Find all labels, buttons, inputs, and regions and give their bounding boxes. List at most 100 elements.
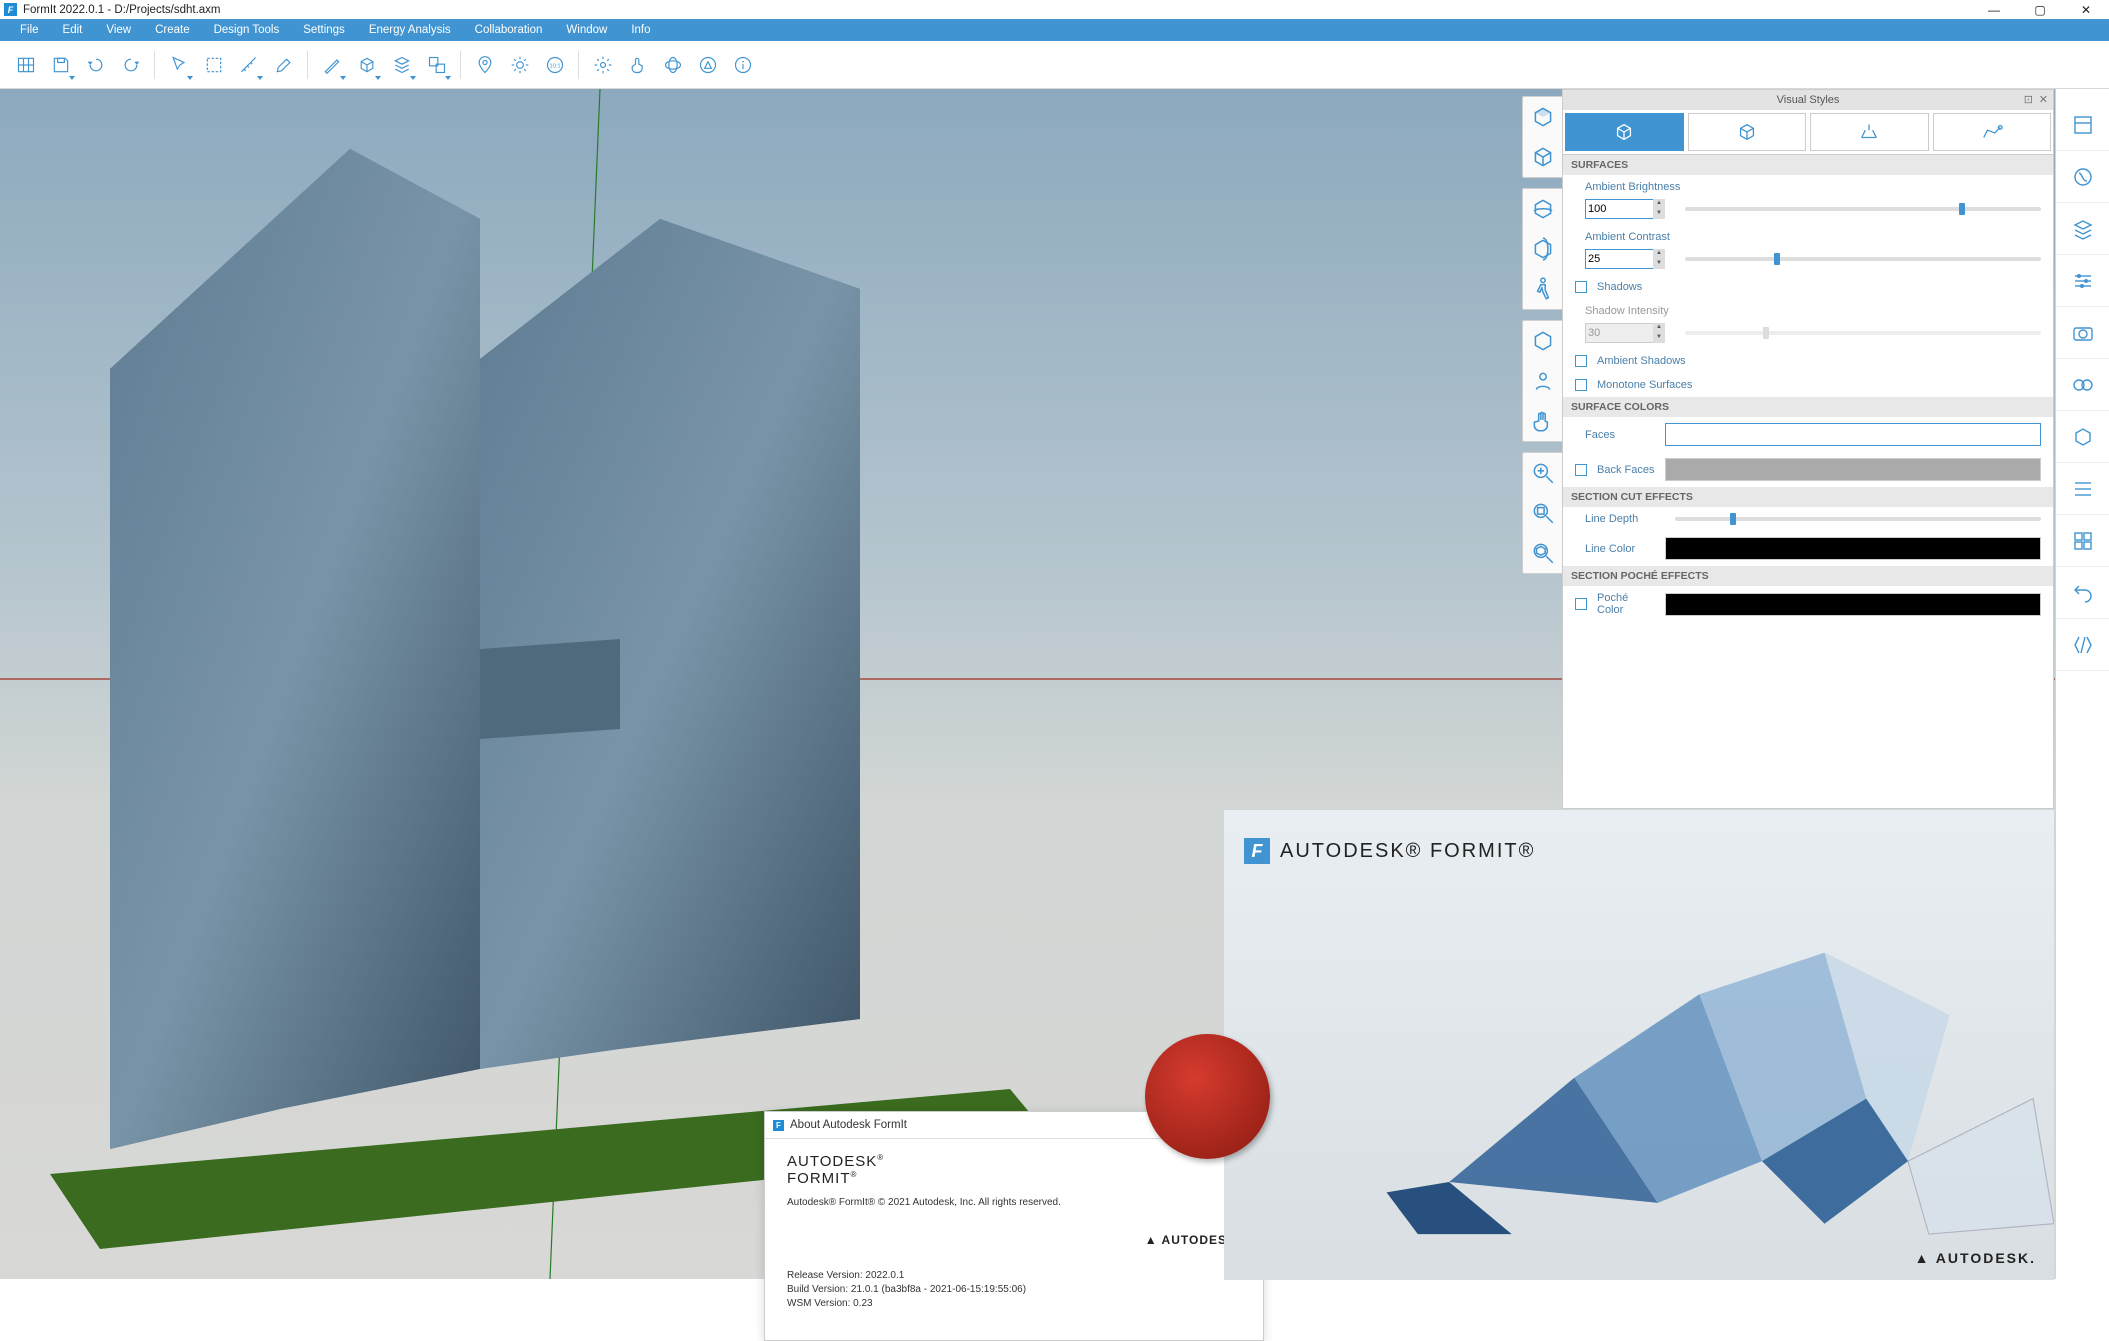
poche-label: Poché Color bbox=[1597, 592, 1655, 616]
viewport[interactable]: Visual Styles ⊡ ✕ SURFACES Ambient Brigh… bbox=[0, 89, 2109, 1279]
back-faces-checkbox[interactable] bbox=[1575, 464, 1587, 476]
maximize-button[interactable]: ▢ bbox=[2017, 0, 2063, 19]
about-brand1: AUTODESK bbox=[787, 1153, 877, 1170]
line-color-label: Line Color bbox=[1585, 543, 1655, 555]
undo-button[interactable] bbox=[80, 47, 111, 83]
save-button[interactable] bbox=[45, 47, 76, 83]
panel-title: Visual Styles bbox=[1777, 94, 1840, 106]
rail-visual-styles-icon[interactable] bbox=[2056, 359, 2109, 411]
select-button[interactable] bbox=[163, 47, 194, 83]
about-wsm: WSM Version: 0.23 bbox=[787, 1297, 1241, 1311]
poche-checkbox[interactable] bbox=[1575, 598, 1587, 610]
menu-create[interactable]: Create bbox=[143, 21, 202, 39]
menu-info[interactable]: Info bbox=[619, 21, 662, 39]
tab-edges[interactable] bbox=[1688, 113, 1807, 151]
zoom-all-button[interactable] bbox=[1523, 493, 1563, 533]
location-button[interactable] bbox=[469, 47, 500, 83]
rail-levels-icon[interactable] bbox=[2056, 463, 2109, 515]
rail-content-library-icon[interactable] bbox=[2056, 515, 2109, 567]
look-button[interactable] bbox=[1523, 361, 1563, 401]
rail-camera-icon[interactable] bbox=[2056, 307, 2109, 359]
zoom-selection-button[interactable] bbox=[1523, 533, 1563, 573]
menu-window[interactable]: Window bbox=[554, 21, 619, 39]
menu-view[interactable]: View bbox=[94, 21, 143, 39]
wax-seal bbox=[1145, 1034, 1270, 1159]
about-title: About Autodesk FormIt bbox=[790, 1119, 907, 1131]
hand-button[interactable] bbox=[1523, 401, 1563, 441]
collaboration-button[interactable] bbox=[657, 47, 688, 83]
right-rail bbox=[2055, 89, 2109, 1279]
advanced-button[interactable] bbox=[386, 47, 417, 83]
app-icon: F bbox=[4, 3, 17, 16]
energy-button[interactable]: 10:1 bbox=[539, 47, 570, 83]
sun-button[interactable] bbox=[504, 47, 535, 83]
shadow-intensity-slider bbox=[1685, 331, 2041, 335]
panel-tabs bbox=[1563, 110, 2053, 155]
tab-environment[interactable] bbox=[1810, 113, 1929, 151]
splash-autodesk-logo: ▲ AUTODESK. bbox=[1915, 1250, 2036, 1266]
walk-button[interactable] bbox=[1523, 269, 1563, 309]
about-brand2: FORMIT bbox=[787, 1170, 851, 1187]
rail-materials-icon[interactable] bbox=[2056, 151, 2109, 203]
poche-color-swatch[interactable] bbox=[1665, 593, 2041, 616]
view-tools bbox=[1522, 96, 1564, 574]
about-copyright: Autodesk® FormIt® © 2021 Autodesk, Inc. … bbox=[787, 1197, 1241, 1208]
view-3d-button[interactable] bbox=[1523, 137, 1563, 177]
shadows-checkbox[interactable] bbox=[1575, 281, 1587, 293]
gallery-button[interactable] bbox=[10, 47, 41, 83]
back-faces-label: Back Faces bbox=[1597, 464, 1655, 476]
rail-properties-icon[interactable] bbox=[2056, 99, 2109, 151]
close-panel-icon[interactable]: ✕ bbox=[2039, 93, 2048, 106]
about-release: Release Version: 2022.0.1 bbox=[787, 1269, 1241, 1283]
ambient-shadows-label: Ambient Shadows bbox=[1597, 355, 1686, 367]
lasso-button[interactable] bbox=[198, 47, 229, 83]
menu-design-tools[interactable]: Design Tools bbox=[202, 21, 292, 39]
faces-color-swatch[interactable] bbox=[1665, 423, 2041, 446]
pan-button[interactable] bbox=[1523, 321, 1563, 361]
pin-icon[interactable]: ⊡ bbox=[2024, 93, 2033, 106]
measure-button[interactable] bbox=[233, 47, 264, 83]
primitive-button[interactable] bbox=[351, 47, 382, 83]
menu-collaboration[interactable]: Collaboration bbox=[463, 21, 555, 39]
ambient-brightness-slider[interactable] bbox=[1685, 207, 2041, 211]
line-depth-slider[interactable] bbox=[1675, 517, 2041, 521]
view-top-button[interactable] bbox=[1523, 97, 1563, 137]
ambient-contrast-slider[interactable] bbox=[1685, 257, 2041, 261]
info-button[interactable] bbox=[727, 47, 758, 83]
monotone-label: Monotone Surfaces bbox=[1597, 379, 1692, 391]
rail-layers-icon[interactable] bbox=[2056, 203, 2109, 255]
close-button[interactable]: ✕ bbox=[2063, 0, 2109, 19]
minimize-button[interactable]: — bbox=[1971, 0, 2017, 19]
menu-settings[interactable]: Settings bbox=[291, 21, 357, 39]
splash-screen: F AUTODESK® FORMIT® ▲ AUTODESK. bbox=[1224, 810, 2054, 1280]
menu-edit[interactable]: Edit bbox=[51, 21, 95, 39]
sketch-button[interactable] bbox=[316, 47, 347, 83]
rail-undo-manager-icon[interactable] bbox=[2056, 567, 2109, 619]
menu-energy-analysis[interactable]: Energy Analysis bbox=[357, 21, 463, 39]
autodesk-button[interactable] bbox=[692, 47, 723, 83]
faces-label: Faces bbox=[1585, 429, 1655, 441]
swivel-button[interactable] bbox=[1523, 229, 1563, 269]
tab-surfaces[interactable] bbox=[1565, 113, 1684, 151]
settings-button[interactable] bbox=[587, 47, 618, 83]
paint-button[interactable] bbox=[268, 47, 299, 83]
ambient-shadows-checkbox[interactable] bbox=[1575, 355, 1587, 367]
line-color-swatch[interactable] bbox=[1665, 537, 2041, 560]
titlebar: F FormIt 2022.0.1 - D:/Projects/sdht.axm… bbox=[0, 0, 2109, 19]
menu-file[interactable]: File bbox=[8, 21, 51, 39]
tab-diagnostics[interactable] bbox=[1933, 113, 2052, 151]
redo-button[interactable] bbox=[115, 47, 146, 83]
about-build: Build Version: 21.0.1 (ba3bf8a - 2021-06… bbox=[787, 1283, 1241, 1297]
rail-group-tree-icon[interactable] bbox=[2056, 411, 2109, 463]
zoom-button[interactable] bbox=[1523, 453, 1563, 493]
groups-button[interactable] bbox=[421, 47, 452, 83]
monotone-checkbox[interactable] bbox=[1575, 379, 1587, 391]
section-poche-header: SECTION POCHÉ EFFECTS bbox=[1563, 566, 2053, 586]
orbit-button[interactable] bbox=[1523, 189, 1563, 229]
svg-text:10:1: 10:1 bbox=[549, 63, 560, 69]
rail-scenes-icon[interactable] bbox=[2056, 255, 2109, 307]
touch-button[interactable] bbox=[622, 47, 653, 83]
rail-plugins-icon[interactable] bbox=[2056, 619, 2109, 671]
back-faces-color-swatch[interactable] bbox=[1665, 458, 2041, 481]
panel-header[interactable]: Visual Styles ⊡ ✕ bbox=[1563, 90, 2053, 110]
